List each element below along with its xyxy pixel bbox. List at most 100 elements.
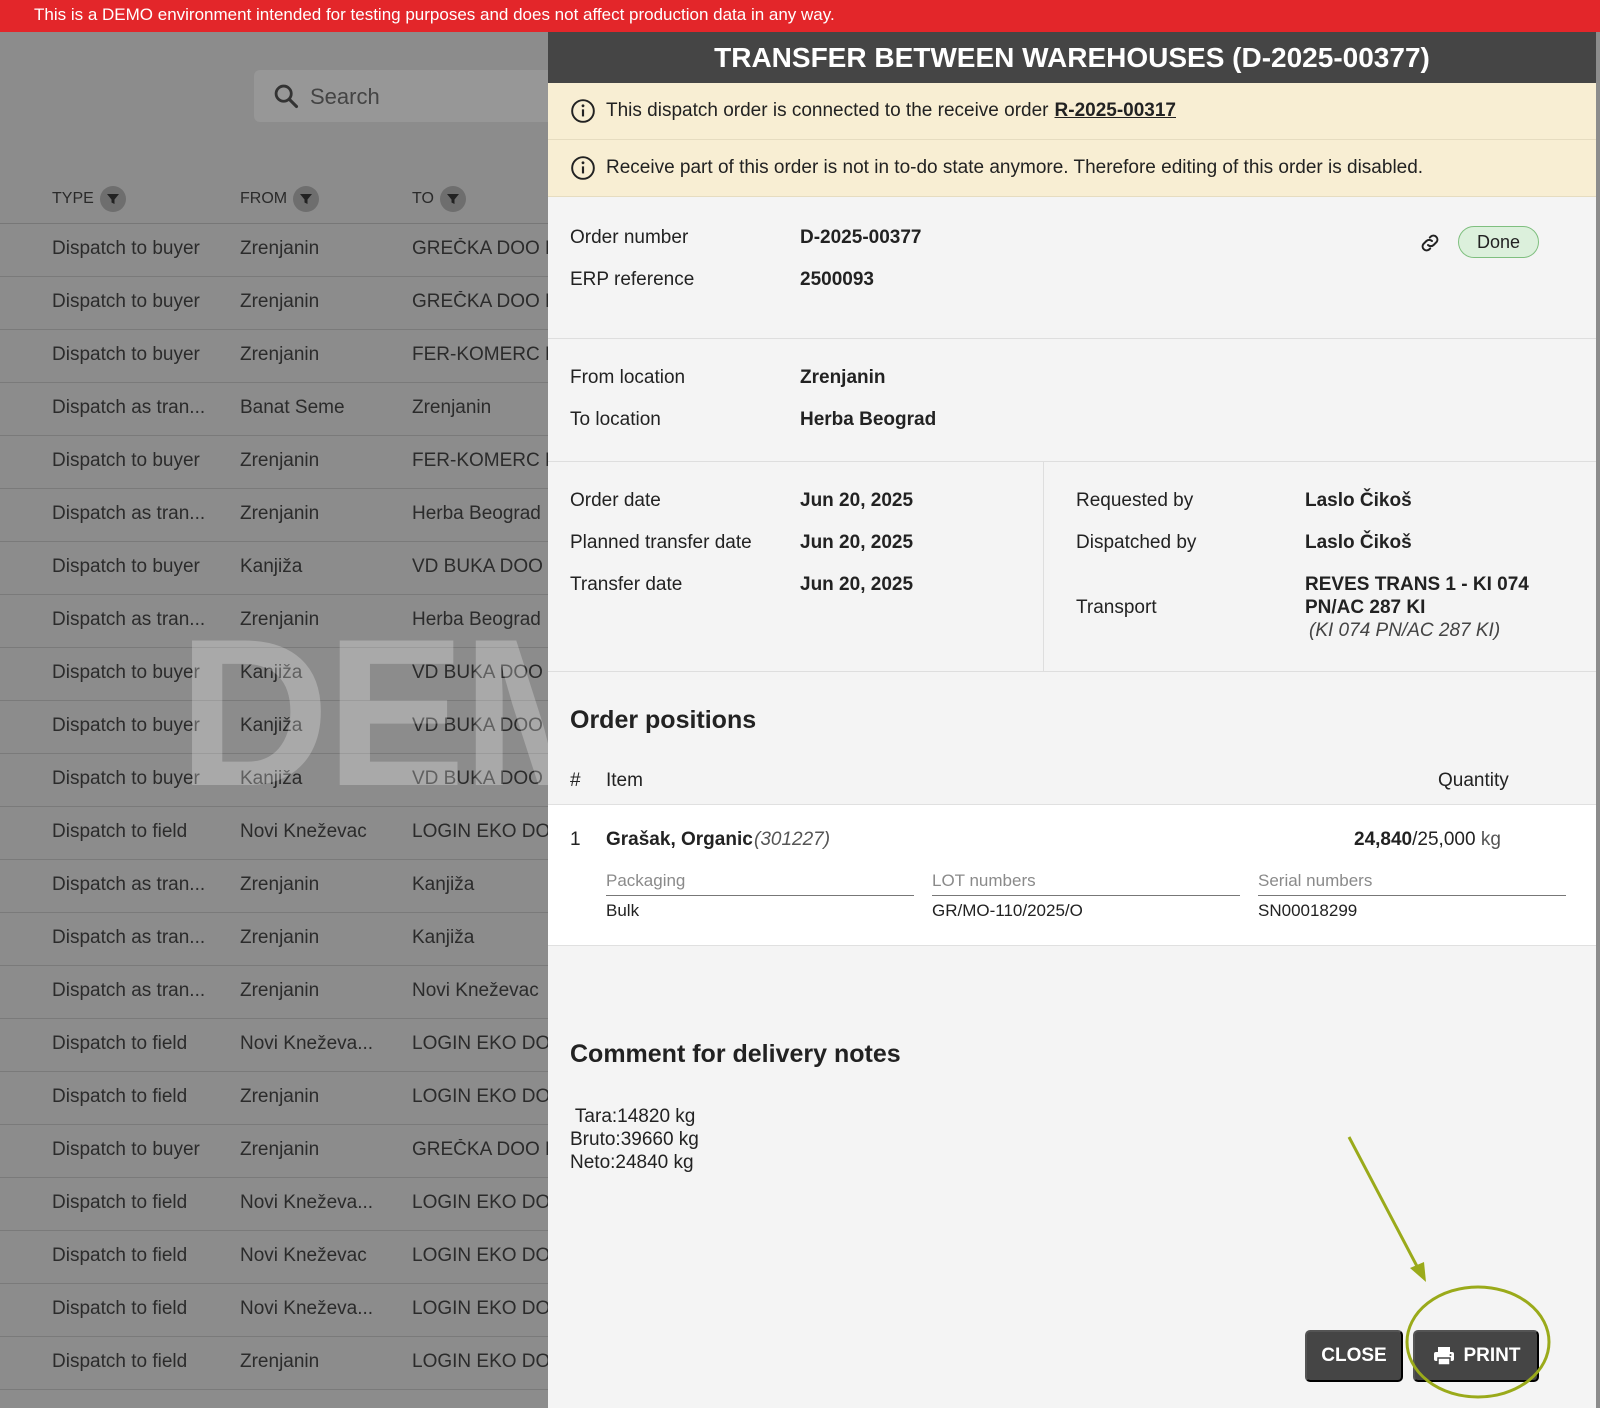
position-item-code: (301227) xyxy=(754,829,831,850)
search-icon xyxy=(274,84,299,109)
erp-reference-value: 2500093 xyxy=(800,269,874,290)
table-row[interactable]: Dispatch to buyer Zrenjanin FER-KOMERC D xyxy=(0,330,548,383)
cell-from: Novi Kneževac xyxy=(240,821,367,842)
cell-from: Zrenjanin xyxy=(240,1139,320,1160)
table-row[interactable]: Dispatch as tran... Zrenjanin Herba Beogra… xyxy=(0,595,548,648)
cell-to: VD BUKA DOO xyxy=(412,768,543,789)
close-button-label: CLOSE xyxy=(1321,1345,1387,1366)
link-icon[interactable] xyxy=(1418,231,1442,255)
receive-order-link[interactable]: R-2025-00317 xyxy=(1055,100,1176,122)
cell-to: LOGIN EKO DO xyxy=(412,1192,548,1213)
cell-type: Dispatch to field xyxy=(52,1351,188,1372)
cell-from: Zrenjanin xyxy=(240,291,320,312)
cell-type: Dispatch to buyer xyxy=(52,715,200,736)
info-icon xyxy=(571,99,595,123)
to-location-label: To location xyxy=(570,409,661,430)
lot-numbers-value: GR/MO-110/2025/O xyxy=(932,901,1083,920)
cell-to: LOGIN EKO DO xyxy=(412,1298,548,1319)
notice-editing-disabled: Receive part of this order is not in to-… xyxy=(548,140,1596,197)
cell-to: GREČKA DOO E xyxy=(412,291,548,312)
cell-type: Dispatch to buyer xyxy=(52,344,200,365)
table-row[interactable]: Dispatch to field Zrenjanin LOGIN EKO DO xyxy=(0,1072,548,1125)
packaging-label: Packaging xyxy=(606,871,914,896)
table-row[interactable]: Dispatch to buyer Zrenjanin GREČKA DOO E xyxy=(0,1125,548,1178)
cell-to: FER-KOMERC D xyxy=(412,450,548,471)
cell-from: Kanjiža xyxy=(240,662,303,683)
column-header-to: TO xyxy=(412,186,466,212)
cell-to: Herba Beograd xyxy=(412,609,541,630)
table-row[interactable]: Dispatch to buyer Zrenjanin GREČKA DOO E xyxy=(0,224,548,277)
cell-to: GREČKA DOO E xyxy=(412,238,548,259)
cell-to: Kanjiža xyxy=(412,927,475,948)
cell-from: Zrenjanin xyxy=(240,874,320,895)
table-row[interactable]: Dispatch to buyer Zrenjanin GREČKA DOO E xyxy=(0,277,548,330)
filter-icon[interactable] xyxy=(439,186,466,212)
cell-to: LOGIN EKO DO xyxy=(412,1351,548,1372)
positions-header-number: # xyxy=(570,770,581,791)
column-header-type: TYPE xyxy=(52,186,126,212)
list-rows: Dispatch to buyer Zrenjanin GREČKA DOO E Di… xyxy=(0,224,548,1390)
cell-type: Dispatch as tran... xyxy=(52,927,206,948)
search-box[interactable]: Search xyxy=(254,70,548,122)
table-row[interactable]: Dispatch to field Novi Kneževa... LOGIN EK… xyxy=(0,1178,548,1231)
table-row[interactable]: Dispatch as tran... Zrenjanin Kanjiža xyxy=(0,860,548,913)
cell-from: Kanjiža xyxy=(240,768,303,789)
dates-section: Order date Jun 20, 2025 Planned transfer… xyxy=(548,462,1596,672)
order-number-value: D-2025-00377 xyxy=(800,227,922,248)
print-button[interactable]: PRINT xyxy=(1413,1330,1539,1382)
cell-from: Zrenjanin xyxy=(240,1086,320,1107)
cell-from: Novi Kneževa... xyxy=(240,1192,374,1213)
transport-value-line1: REVES TRANS 1 - KI 074 xyxy=(1305,574,1529,595)
table-row[interactable]: Dispatch as tran... Zrenjanin Kanjiža xyxy=(0,913,548,966)
filter-icon[interactable] xyxy=(99,186,126,212)
order-positions-section: Order positions # Item Quantity 1 Grašak… xyxy=(548,672,1596,952)
position-row[interactable]: 1 Grašak, Organic (301227) 24,840/25,000… xyxy=(548,804,1596,946)
print-button-label: PRINT xyxy=(1463,1345,1521,1366)
table-row[interactable]: Dispatch as tran... Banat Seme Zrenjanin xyxy=(0,383,548,436)
table-row[interactable]: Dispatch to buyer Kanjiža VD BUKA DOO xyxy=(0,648,548,701)
table-row[interactable]: Dispatch as tran... Zrenjanin Novi Kneževa… xyxy=(0,966,548,1019)
table-row[interactable]: Dispatch to buyer Zrenjanin FER-KOMERC D xyxy=(0,436,548,489)
to-location-value: Herba Beograd xyxy=(800,409,937,430)
cell-from: Novi Kneževa... xyxy=(240,1033,374,1054)
cell-from: Zrenjanin xyxy=(240,1351,320,1372)
table-row[interactable]: Dispatch to field Novi Kneževac LOGIN EKO … xyxy=(0,807,548,860)
cell-to: GREČKA DOO E xyxy=(412,1139,548,1160)
close-button[interactable]: CLOSE xyxy=(1305,1330,1403,1382)
cell-from: Zrenjanin xyxy=(240,450,320,471)
list-header: TYPE FROM TO xyxy=(0,172,548,224)
cell-type: Dispatch to buyer xyxy=(52,450,200,471)
table-row[interactable]: Dispatch as tran... Zrenjanin Herba Beogra… xyxy=(0,489,548,542)
quantity-done: 24,840 xyxy=(1354,829,1413,850)
dispatched-by-value: Laslo Čikoš xyxy=(1305,532,1412,553)
table-row[interactable]: Dispatch to field Novi Kneževac LOGIN EKO … xyxy=(0,1231,548,1284)
cell-type: Dispatch as tran... xyxy=(52,503,206,524)
cell-type: Dispatch to field xyxy=(52,1298,188,1319)
cell-from: Banat Seme xyxy=(240,397,345,418)
planned-transfer-date-label: Planned transfer date xyxy=(570,532,752,553)
filter-icon[interactable] xyxy=(293,186,320,212)
cell-type: Dispatch to buyer xyxy=(52,768,200,789)
quantity-unit: kg xyxy=(1480,829,1501,850)
printer-icon xyxy=(1433,1347,1454,1366)
table-row[interactable]: Dispatch to field Novi Kneževa... LOGIN EK… xyxy=(0,1284,548,1337)
info-icon xyxy=(571,156,595,180)
table-row[interactable]: Dispatch to field Zrenjanin LOGIN EKO DO xyxy=(0,1337,548,1390)
transfer-date-label: Transfer date xyxy=(570,574,683,595)
cell-from: Zrenjanin xyxy=(240,927,320,948)
cell-from: Zrenjanin xyxy=(240,238,320,259)
cell-type: Dispatch to field xyxy=(52,1086,188,1107)
cell-from: Zrenjanin xyxy=(240,503,320,524)
cell-to: LOGIN EKO DO xyxy=(412,1033,548,1054)
comment-text: Tara:14820 kg Bruto:39660 kg Neto:24840 … xyxy=(570,1106,699,1173)
packaging-value: Bulk xyxy=(606,901,640,920)
table-row[interactable]: Dispatch to buyer Kanjiža VD BUKA DOO xyxy=(0,754,548,807)
table-row[interactable]: Dispatch to buyer Kanjiža VD BUKA DOO xyxy=(0,701,548,754)
transfer-dialog: TRANSFER BETWEEN WAREHOUSES (D-2025-0037… xyxy=(548,32,1596,1408)
table-row[interactable]: Dispatch to field Novi Kneževa... LOGIN EK… xyxy=(0,1019,548,1072)
cell-type: Dispatch as tran... xyxy=(52,397,206,418)
cell-from: Zrenjanin xyxy=(240,609,320,630)
table-row[interactable]: Dispatch to buyer Kanjiža VD BUKA DOO xyxy=(0,542,548,595)
cell-from: Zrenjanin xyxy=(240,980,320,1001)
cell-to: Kanjiža xyxy=(412,874,475,895)
